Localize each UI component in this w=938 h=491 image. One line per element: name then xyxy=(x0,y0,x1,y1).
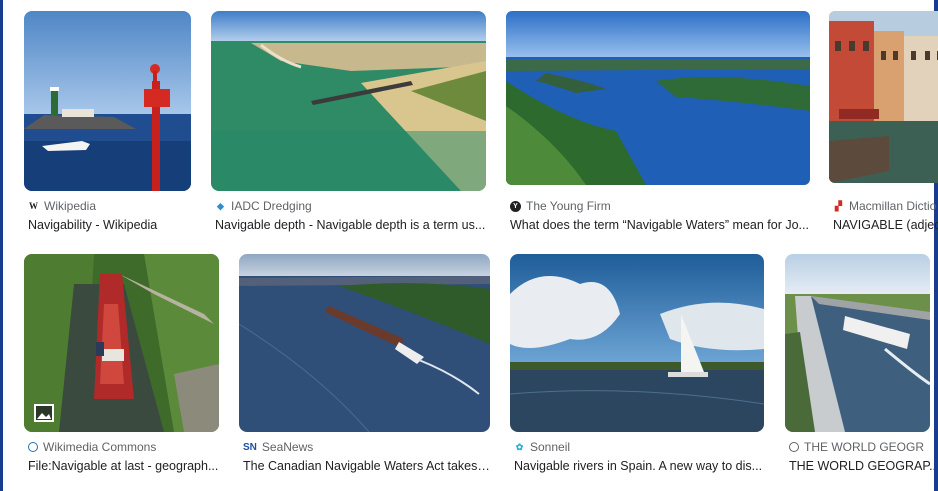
result-title[interactable]: NAVIGABLE (adject xyxy=(833,218,938,232)
result-source[interactable]: ✿ Sonneil xyxy=(514,439,570,455)
image-result-card[interactable]: ◆ IADC Dredging Navigable depth - Naviga… xyxy=(211,11,491,241)
iadc-icon: ◆ xyxy=(217,200,224,211)
young-firm-icon: Y xyxy=(510,200,521,212)
result-source[interactable]: ◆ IADC Dredging xyxy=(215,198,312,214)
result-thumbnail[interactable] xyxy=(829,11,938,183)
result-title[interactable]: THE WORLD GEOGRAP... xyxy=(789,459,934,473)
image-result-card[interactable]: THE WORLD GEOGR THE WORLD GEOGRAP... xyxy=(785,254,934,484)
result-source[interactable]: SN SeaNews xyxy=(243,439,313,455)
left-window-border xyxy=(0,0,3,491)
wikipedia-icon: W xyxy=(29,201,38,211)
source-label: THE WORLD GEOGR xyxy=(804,440,925,454)
image-result-card[interactable]: ✿ Sonneil Navigable rivers in Spain. A n… xyxy=(510,254,768,484)
result-source[interactable]: THE WORLD GEOGR xyxy=(789,439,924,455)
result-thumbnail[interactable] xyxy=(506,11,810,185)
image-result-card[interactable]: SN SeaNews The Canadian Navigable Waters… xyxy=(239,254,494,484)
result-thumbnail[interactable] xyxy=(24,254,219,432)
source-label: Wikimedia Commons xyxy=(43,440,157,454)
image-result-card[interactable]: ▞ Macmillan Dictio NAVIGABLE (adject xyxy=(829,11,938,241)
macmillan-icon: ▞ xyxy=(835,200,842,211)
seanews-icon: SN xyxy=(243,441,257,453)
source-label: IADC Dredging xyxy=(231,199,312,213)
sonneil-icon: ✿ xyxy=(515,441,524,452)
result-thumbnail[interactable] xyxy=(510,254,764,432)
source-label: The Young Firm xyxy=(526,199,611,213)
source-label: Wikipedia xyxy=(44,199,97,213)
image-result-card[interactable]: W Wikipedia Navigability - Wikipedia xyxy=(24,11,194,241)
result-title[interactable]: What does the term “Navigable Waters” me… xyxy=(510,218,810,232)
result-thumbnail[interactable] xyxy=(239,254,490,432)
source-label: SeaNews xyxy=(261,440,314,454)
wikimedia-icon xyxy=(28,442,38,452)
result-source[interactable]: Y The Young Firm xyxy=(510,198,611,214)
result-source[interactable]: ▞ Macmillan Dictio xyxy=(833,198,936,214)
result-title[interactable]: The Canadian Navigable Waters Act takes … xyxy=(243,459,491,473)
result-thumbnail[interactable] xyxy=(24,11,191,191)
source-label: Sonneil xyxy=(530,440,571,454)
result-title[interactable]: Navigability - Wikipedia xyxy=(28,218,193,232)
image-badge-icon xyxy=(34,404,54,422)
result-source[interactable]: W Wikipedia xyxy=(28,198,96,214)
result-thumbnail[interactable] xyxy=(785,254,930,432)
globe-icon xyxy=(789,442,799,452)
result-thumbnail[interactable] xyxy=(211,11,486,191)
image-result-card[interactable]: Y The Young Firm What does the term “Nav… xyxy=(506,11,814,241)
result-title[interactable]: File:Navigable at last - geograph... xyxy=(28,459,221,473)
result-source[interactable]: Wikimedia Commons xyxy=(28,439,156,455)
source-label: Macmillan Dictio xyxy=(849,199,937,213)
image-result-card[interactable]: Wikimedia Commons File:Navigable at last… xyxy=(24,254,222,484)
result-title[interactable]: Navigable depth - Navigable depth is a t… xyxy=(215,218,487,232)
result-title[interactable]: Navigable rivers in Spain. A new way to … xyxy=(514,459,764,473)
